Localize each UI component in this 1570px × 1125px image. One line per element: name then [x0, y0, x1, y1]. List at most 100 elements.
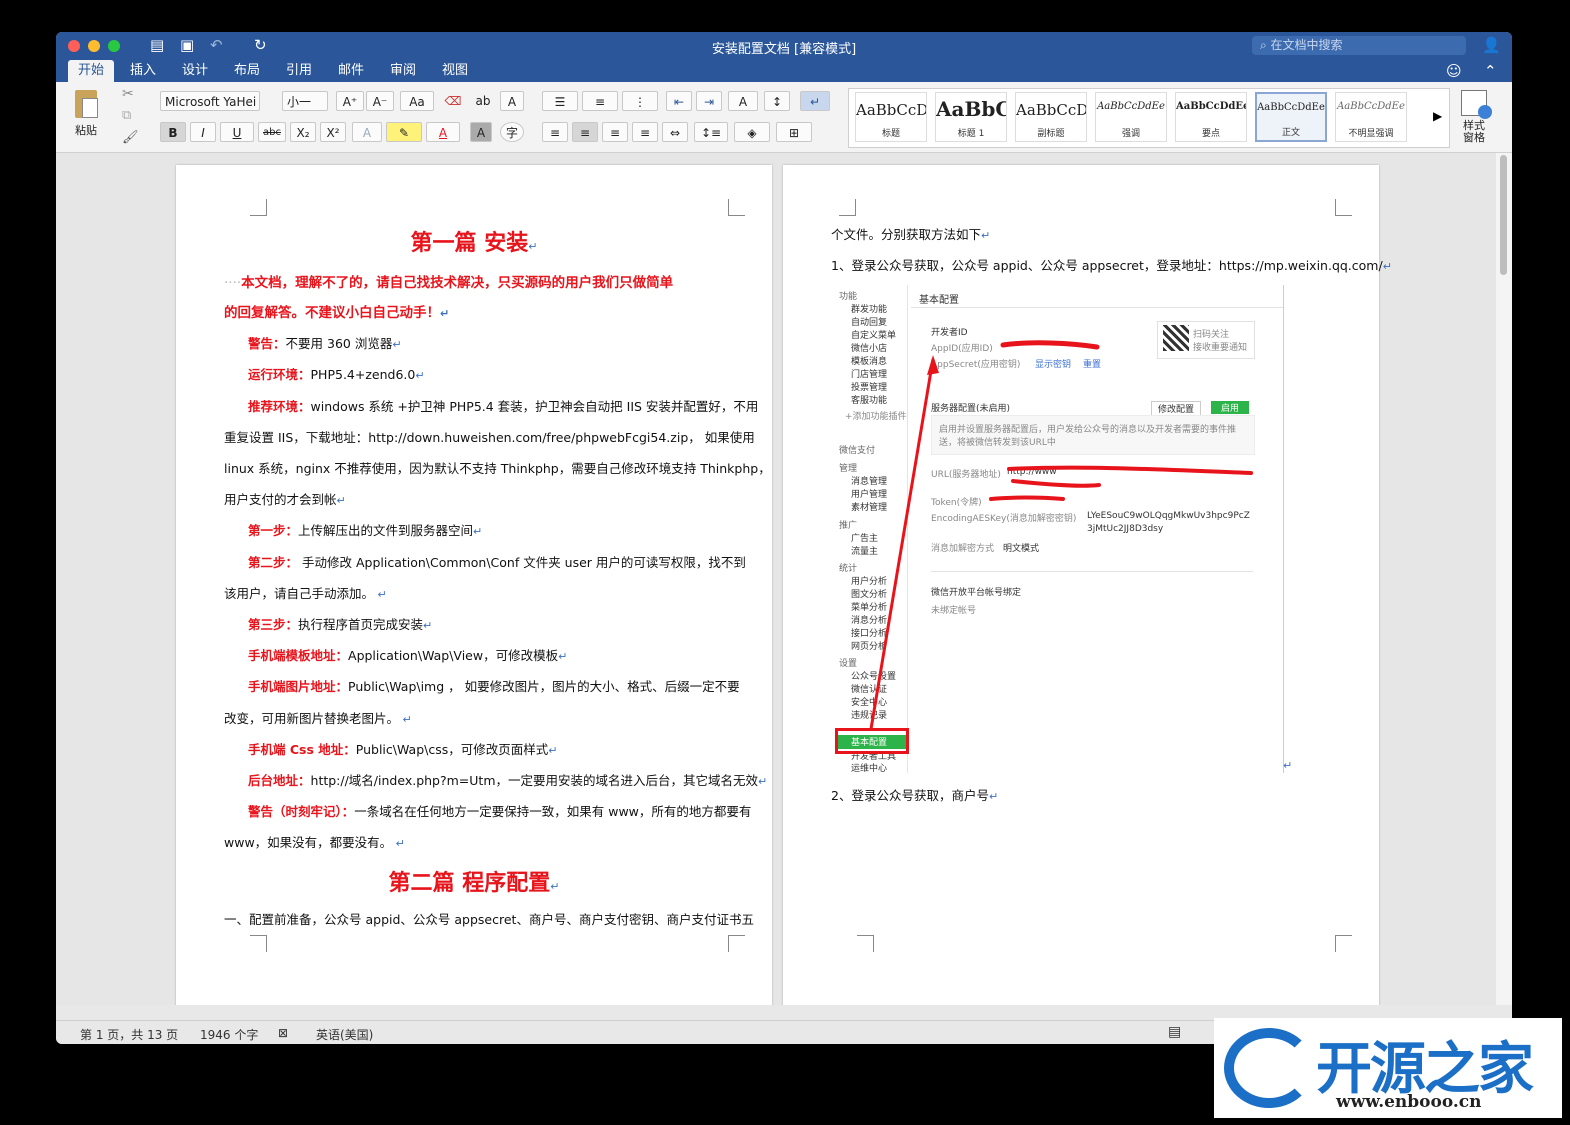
section2-title: 第二篇 程序配置↵ [388, 871, 560, 896]
ribbon: 粘贴 ✂ ⧉ 🖌 Microsoft YaHei 小一 A⁺ A⁻ Aa ⌫ a… [56, 82, 1512, 153]
styles-pane-button[interactable]: 样式窗格 [1454, 88, 1494, 148]
ribbon-tabs: 开始 插入 设计 布局 引用 邮件 审阅 视图 ☺ ⌃ [56, 60, 1512, 82]
styles-gallery: AaBbCcDc标题 AaBbC标题 1 AaBbCcDc副标题 AaBbCcD… [848, 88, 1450, 148]
tab-review[interactable]: 审阅 [380, 60, 426, 82]
style-subtle-emphasis[interactable]: AaBbCcDdEe 不明显强调 [1335, 92, 1407, 142]
smiley-feedback-icon[interactable]: ☺ [1446, 62, 1462, 80]
highlight-icon[interactable]: ✎ [386, 122, 422, 142]
styles-more-icon[interactable]: ▶ [1433, 109, 1442, 123]
justify-icon[interactable]: ≡ [632, 122, 658, 142]
image-path-line-2: 改变，可用新图片替换老图片。 ↵ [224, 711, 412, 726]
step3-line: 第三步：执行程序首页完成安装↵ [248, 617, 433, 632]
rec-line-2: 重复设置 IIS，下载地址：http://down.huweishen.com/… [224, 430, 755, 445]
clear-format-icon[interactable]: ⌫ [440, 91, 466, 111]
remember-line-2: www，如果没有，都要没有。 ↵ [224, 835, 405, 850]
css-path-line: 手机端 Css 地址：Public\Wap\css，可修改页面样式↵ [248, 742, 558, 757]
word-count[interactable]: 1946 个字 [200, 1026, 258, 1043]
shrink-font-icon[interactable]: A⁻ [366, 91, 394, 111]
style-title[interactable]: AaBbCcDc标题 [855, 92, 927, 142]
format-painter-icon[interactable]: 🖌 [122, 130, 139, 145]
admin-url-line: 后台地址：http://域名/index.php?m=Utm，一定要用安装的域名… [248, 773, 768, 788]
style-strong[interactable]: AaBbCcDdEe 要点 [1175, 92, 1247, 142]
decrease-indent-icon[interactable]: ⇤ [666, 91, 692, 111]
tab-home[interactable]: 开始 [68, 60, 115, 82]
line-spacing-icon[interactable]: ↕≡ [694, 122, 728, 142]
enclose-char-icon[interactable]: 字 [500, 122, 524, 142]
tab-mailings[interactable]: 邮件 [328, 60, 374, 82]
proofing-icon[interactable]: ⊠ [278, 1026, 288, 1040]
strikethrough-button[interactable]: abc [258, 122, 286, 142]
rec-line-1: 推荐环境：windows 系统 +护卫神 PHP5.4 套装，护卫神会自动把 I… [248, 399, 759, 414]
style-subtitle[interactable]: AaBbCcDc副标题 [1015, 92, 1087, 142]
page-count[interactable]: 第 1 页，共 13 页 [80, 1026, 178, 1043]
scroll-thumb[interactable] [1500, 155, 1507, 275]
align-right-icon[interactable]: ≡ [602, 122, 628, 142]
distributed-icon[interactable]: ⇔ [662, 122, 688, 142]
sort-icon[interactable]: ↕ [764, 91, 790, 111]
document-area[interactable]: 第一篇 安装↵ ····本文档，理解不了的，请自己找技术解决，只买源码的用户我们… [56, 153, 1496, 1005]
paste-button[interactable]: 粘贴 [66, 88, 106, 148]
increase-indent-icon[interactable]: ⇥ [696, 91, 722, 111]
search-placeholder: 在文档中搜索 [1270, 38, 1343, 52]
search-input[interactable]: ⌕ 在文档中搜索 [1252, 36, 1466, 55]
align-left-icon[interactable]: ≡ [542, 122, 568, 142]
intro-line-1: ····本文档，理解不了的，请自己找技术解决，只买源码的用户我们只做简单 [224, 275, 674, 291]
page2-line-3: 2、登录公众号获取，商户号↵ [831, 788, 999, 803]
show-marks-icon[interactable]: ↵ [800, 91, 830, 111]
tab-layout[interactable]: 布局 [224, 60, 270, 82]
rec-line-4: 用户支付的才会到帐↵ [224, 492, 346, 507]
remember-line-1: 警告（时刻牢记）：一条域名在任何地方一定要保持一致，如果有 www，所有的地方都… [248, 804, 752, 819]
page-1[interactable]: 第一篇 安装↵ ····本文档，理解不了的，请自己找技术解决，只买源码的用户我们… [176, 165, 772, 1005]
title-bar: ▤ ▣ ↶ ↻ 安装配置文档 [兼容模式] ⌕ 在文档中搜索 👤 [56, 32, 1512, 60]
shading-icon[interactable]: ◈ [734, 122, 770, 142]
borders-icon[interactable]: ⊞ [776, 122, 812, 142]
paste-label: 粘贴 [75, 124, 97, 137]
char-shading-icon[interactable]: A [470, 122, 492, 142]
prep-line: 一、配置前准备，公众号 appid、公众号 appsecret、商户号、商户支付… [224, 912, 754, 927]
collapse-ribbon-icon[interactable]: ⌃ [1484, 62, 1497, 80]
multilevel-list-icon[interactable]: ⋮ [622, 91, 658, 111]
share-user-icon[interactable]: 👤 [1482, 36, 1501, 54]
logo-ring-icon [1224, 1028, 1314, 1108]
phonetic-guide-icon[interactable]: ab [470, 91, 496, 111]
step1-line: 第一步：上传解压出的文件到服务器空间↵ [248, 523, 483, 538]
subscript-button[interactable]: X₂ [290, 122, 316, 142]
styles-pane-icon [1461, 90, 1492, 119]
asian-layout-icon[interactable]: A [728, 91, 758, 111]
intro-line-2: 的回复解答。不建议小白自己动手！↵ [224, 305, 450, 321]
print-layout-icon[interactable]: ▤ [1168, 1024, 1181, 1040]
align-center-icon[interactable]: ≡ [572, 122, 598, 142]
tab-design[interactable]: 设计 [172, 60, 218, 82]
grow-font-icon[interactable]: A⁺ [336, 91, 364, 111]
style-heading-1[interactable]: AaBbC 标题 1 [935, 92, 1007, 142]
page-2[interactable]: 个文件。分别获取方法如下↵ 1、登录公众号获取，公众号 appid、公众号 ap… [783, 165, 1392, 1005]
numbering-icon[interactable]: ≡ [582, 91, 618, 111]
char-border-icon[interactable]: A [500, 91, 524, 111]
styles-pane-label: 样式窗格 [1463, 119, 1485, 144]
bold-button[interactable]: B [160, 122, 186, 142]
text-effects-icon[interactable]: A [352, 122, 382, 142]
vertical-scrollbar[interactable] [1496, 153, 1512, 1005]
tab-view[interactable]: 视图 [432, 60, 478, 82]
font-size-select[interactable]: 小一 [282, 91, 328, 111]
italic-button[interactable]: I [190, 122, 216, 142]
font-color-icon[interactable]: A [426, 122, 460, 142]
style-normal[interactable]: AaBbCcDdEe 正文 [1255, 92, 1327, 142]
clipboard-icon [75, 90, 98, 118]
rec-line-3: linux 系统，nginx 不推荐使用，因为默认不支持 Thinkphp，需要… [224, 461, 771, 476]
watermark-logo: 开源之家 www.enbooo.cn [1214, 1018, 1562, 1118]
language[interactable]: 英语(美国) [316, 1026, 373, 1043]
cut-icon[interactable]: ✂ [122, 86, 134, 102]
superscript-button[interactable]: X² [320, 122, 346, 142]
page-title: 第一篇 安装↵ [410, 231, 538, 256]
tab-insert[interactable]: 插入 [120, 60, 166, 82]
change-case-icon[interactable]: Aa [400, 91, 434, 111]
search-icon: ⌕ [1260, 38, 1271, 52]
underline-button[interactable]: U [220, 122, 254, 142]
annotation-overlay [869, 340, 1253, 730]
bullets-icon[interactable]: ☰ [542, 91, 578, 111]
tab-references[interactable]: 引用 [276, 60, 322, 82]
font-name-select[interactable]: Microsoft YaHei [160, 91, 260, 111]
copy-icon[interactable]: ⧉ [122, 108, 131, 123]
style-emphasis[interactable]: AaBbCcDdEe 强调 [1095, 92, 1167, 142]
